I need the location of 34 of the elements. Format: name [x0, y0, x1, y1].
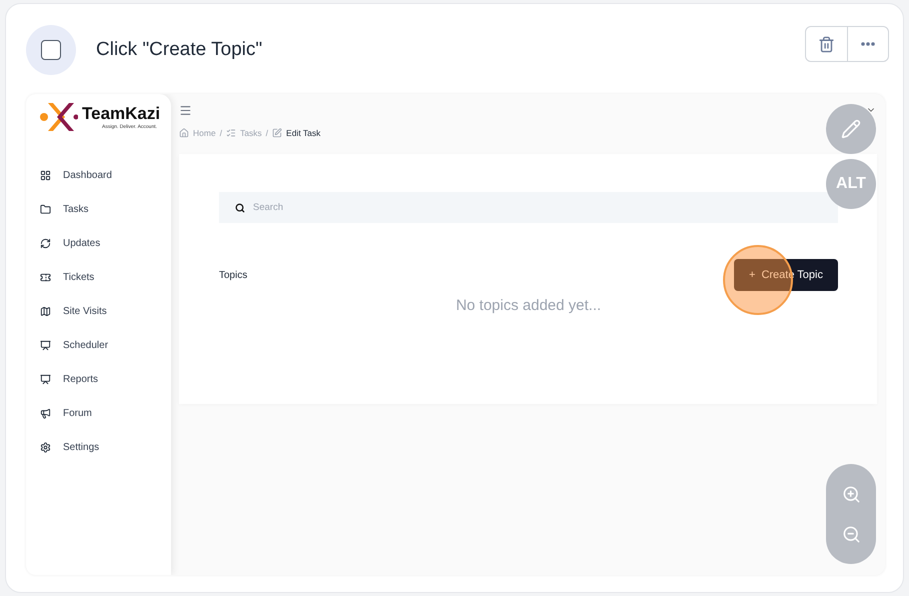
topics-label: Topics — [219, 270, 248, 280]
empty-message: No topics added yet... — [454, 297, 602, 314]
nav-icon — [40, 170, 51, 180]
logo-name: TeamKazi — [82, 104, 160, 124]
sidebar-item[interactable]: Scheduler — [40, 328, 171, 362]
sidebar-item[interactable]: Reports — [40, 362, 171, 396]
nav-icon — [40, 238, 51, 248]
nav-icon — [40, 204, 51, 214]
nav-icon — [40, 272, 51, 282]
breadcrumb-icon — [226, 128, 236, 138]
logo-icon — [40, 101, 78, 133]
sidebar-item[interactable]: Site Visits — [40, 294, 171, 328]
step-title: Click "Create Topic" — [96, 39, 264, 61]
pencil-icon — [841, 119, 861, 139]
nav-icon — [40, 340, 51, 350]
sidebar-item[interactable]: Tasks — [40, 192, 171, 226]
menu-icon[interactable] — [179, 104, 192, 116]
nav-icon — [40, 408, 51, 418]
sidebar-item[interactable]: Tickets — [40, 260, 171, 294]
more-icon — [861, 42, 875, 46]
sidebar-item[interactable]: Forum — [40, 396, 171, 430]
sidebar-item[interactable]: Updates — [40, 226, 171, 260]
breadcrumb-icon — [179, 128, 189, 138]
sidebar-item[interactable]: Dashboard — [40, 158, 171, 192]
breadcrumb-separator: / — [266, 128, 268, 138]
nav-icon — [40, 442, 51, 452]
nav-icon — [40, 374, 51, 384]
nav-icon — [40, 306, 51, 316]
sidebar-item[interactable]: Settings — [40, 430, 171, 464]
breadcrumb-separator: / — [220, 128, 222, 138]
checkbox[interactable] — [41, 40, 61, 60]
breadcrumb-icon — [272, 128, 282, 138]
trash-icon — [818, 36, 835, 52]
search-icon — [235, 202, 245, 212]
